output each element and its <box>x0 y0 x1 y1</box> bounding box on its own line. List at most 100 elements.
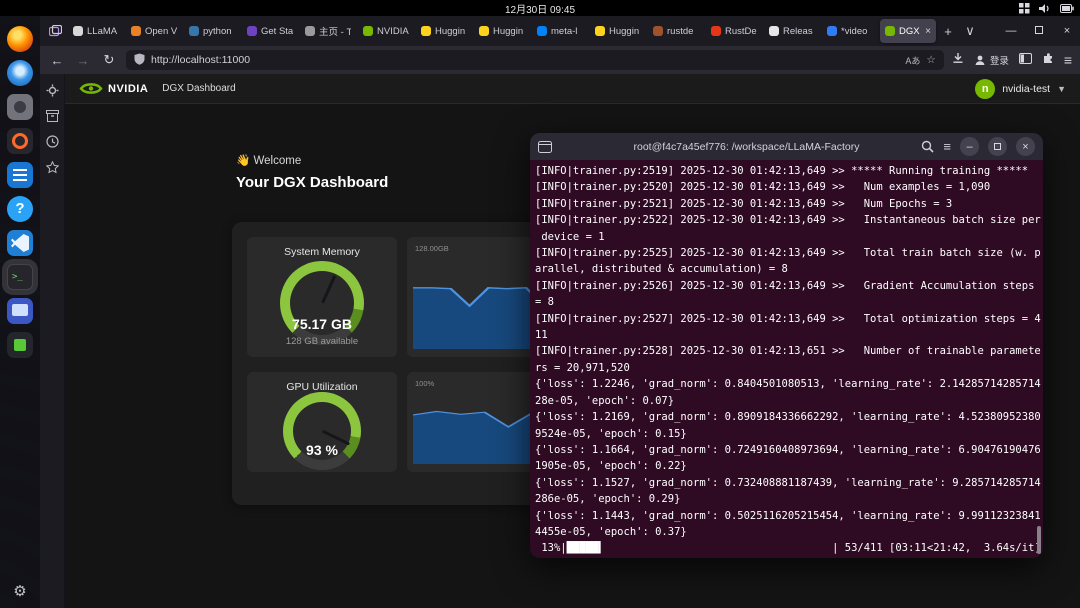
tab-favicon <box>827 26 837 36</box>
tab-favicon <box>73 26 83 36</box>
user-name: nvidia-test <box>1002 83 1050 95</box>
extensions-icon[interactable] <box>1042 51 1054 69</box>
url-bar[interactable]: http://localhost:11000 Aあ ☆ <box>126 50 944 70</box>
tab[interactable]: RustDe <box>706 19 762 43</box>
dock-items <box>7 26 33 358</box>
terminal-menu-icon[interactable]: ≡ <box>943 139 951 154</box>
list-all-tabs-button[interactable]: ∨ <box>960 23 980 39</box>
terminal-scrollbar[interactable] <box>1037 526 1041 554</box>
tiling-icon[interactable] <box>1019 3 1030 14</box>
url-text: http://localhost:11000 <box>151 54 250 66</box>
memory-chart-max-label: 128.00GB <box>415 244 449 253</box>
firefox-view-button[interactable] <box>44 20 66 42</box>
screenshot-tool-icon[interactable] <box>7 94 33 120</box>
text-editor-icon[interactable] <box>7 162 33 188</box>
clock[interactable]: 12月30日 09:45 <box>0 1 1080 16</box>
new-tab-button[interactable]: + <box>938 24 958 39</box>
tab-favicon <box>247 26 257 36</box>
tab-active[interactable]: DGX× <box>880 19 936 43</box>
dock: ⚙ <box>0 16 40 608</box>
tab-strip: LLaMA Open V python Get Sta 主页 - T NVIDIA Hugg… <box>68 19 936 43</box>
translate-icon[interactable]: Aあ <box>905 54 920 67</box>
tab-favicon <box>189 26 199 36</box>
volume-icon[interactable] <box>1039 3 1051 14</box>
tab-label: Get Sta <box>261 26 293 37</box>
close-button[interactable]: × <box>1060 25 1074 37</box>
nvidia-eye-icon <box>79 81 103 96</box>
vscode-icon[interactable] <box>7 230 33 256</box>
terminal-icon[interactable] <box>7 264 33 290</box>
tab-label: Huggin <box>493 26 525 37</box>
remote-desktop-icon[interactable] <box>7 298 33 324</box>
back-button[interactable]: ← <box>48 53 66 68</box>
tools-icon[interactable] <box>46 84 59 97</box>
tab-label: NVIDIA <box>377 26 409 37</box>
terminal-close-button[interactable]: × <box>1016 137 1035 156</box>
tab-favicon <box>305 26 315 36</box>
menu-button[interactable]: ≡ <box>1064 52 1072 68</box>
forward-button[interactable]: → <box>74 53 92 68</box>
memory-subtitle: 128 GB available <box>247 336 397 347</box>
settings-gear-icon[interactable]: ⚙ <box>13 582 26 600</box>
tab-label: meta-l <box>551 26 583 37</box>
tab[interactable]: rustde <box>648 19 704 43</box>
reload-button[interactable]: ↻ <box>100 52 118 68</box>
tab[interactable]: meta-l <box>532 19 588 43</box>
bookmarks-star-icon[interactable] <box>46 161 59 174</box>
history-icon[interactable] <box>46 135 59 148</box>
battery-icon[interactable] <box>1060 4 1074 13</box>
tab[interactable]: LLaMA <box>68 19 124 43</box>
user-menu[interactable]: n nvidia-test ▼ <box>975 79 1066 99</box>
bookmark-star-icon[interactable]: ☆ <box>926 54 935 66</box>
terminal-body[interactable]: [INFO|trainer.py:2519] 2025-12-30 01:42:… <box>530 160 1043 558</box>
restore-button[interactable] <box>1032 25 1046 37</box>
card-title: System Memory <box>247 237 397 258</box>
archive-icon[interactable] <box>46 110 59 122</box>
software-center-icon[interactable] <box>7 128 33 154</box>
page-title: Your DGX Dashboard <box>236 174 388 191</box>
sidebar-panel-icon[interactable] <box>1019 51 1032 69</box>
terminal-minimize-button[interactable]: – <box>960 137 979 156</box>
toolbar-right: 登录 ≡ <box>952 51 1072 69</box>
tab-favicon <box>537 26 547 36</box>
help-viewer-icon[interactable] <box>7 196 33 222</box>
tab[interactable]: Huggin <box>590 19 646 43</box>
account-button[interactable]: 登录 <box>974 53 1009 67</box>
terminal-titlebar[interactable]: root@f4c7a45ef776: /workspace/LLaMA-Fact… <box>530 133 1043 160</box>
terminal-search-icon[interactable] <box>921 140 934 153</box>
tab[interactable]: *video <box>822 19 878 43</box>
tab[interactable]: Open V <box>126 19 182 43</box>
tab-favicon <box>653 26 663 36</box>
tab[interactable]: Huggin <box>416 19 472 43</box>
terminal-maximize-button[interactable] <box>988 137 1007 156</box>
firefox-browser-icon[interactable] <box>7 26 33 52</box>
tab[interactable]: 主页 - T <box>300 19 356 43</box>
tab-favicon <box>595 26 605 36</box>
tab[interactable]: Get Sta <box>242 19 298 43</box>
gnome-boxes-icon[interactable] <box>7 332 33 358</box>
user-avatar[interactable]: n <box>975 79 995 99</box>
downloads-icon[interactable] <box>952 51 964 69</box>
gpu-utilization-card: GPU Utilization 93 % <box>247 372 397 472</box>
tab[interactable]: Huggin <box>474 19 530 43</box>
tab-label: Open V <box>145 26 177 37</box>
blue-browser-icon[interactable] <box>7 60 33 86</box>
tab-favicon <box>885 26 895 36</box>
terminal-tab-icon[interactable] <box>538 141 552 153</box>
tab[interactable]: Releas <box>764 19 820 43</box>
chevron-down-icon: ▼ <box>1057 84 1066 94</box>
tab-favicon <box>769 26 779 36</box>
memory-value: 75.17 GB <box>247 316 397 332</box>
tab-close-button[interactable]: × <box>925 26 931 37</box>
tab[interactable]: python <box>184 19 240 43</box>
tab-label: Huggin <box>609 26 641 37</box>
memory-gauge <box>280 261 364 345</box>
dashboard-header: NVIDIA DGX Dashboard n nvidia-test ▼ <box>65 74 1080 104</box>
minimize-button[interactable]: — <box>1004 25 1018 37</box>
tab[interactable]: NVIDIA <box>358 19 414 43</box>
tab-label: 主页 - T <box>319 24 351 38</box>
terminal-output: [INFO|trainer.py:2519] 2025-12-30 01:42:… <box>535 163 1038 557</box>
window-controls: — × <box>1004 25 1074 37</box>
system-tray <box>1019 0 1074 16</box>
shield-icon[interactable] <box>134 53 145 68</box>
